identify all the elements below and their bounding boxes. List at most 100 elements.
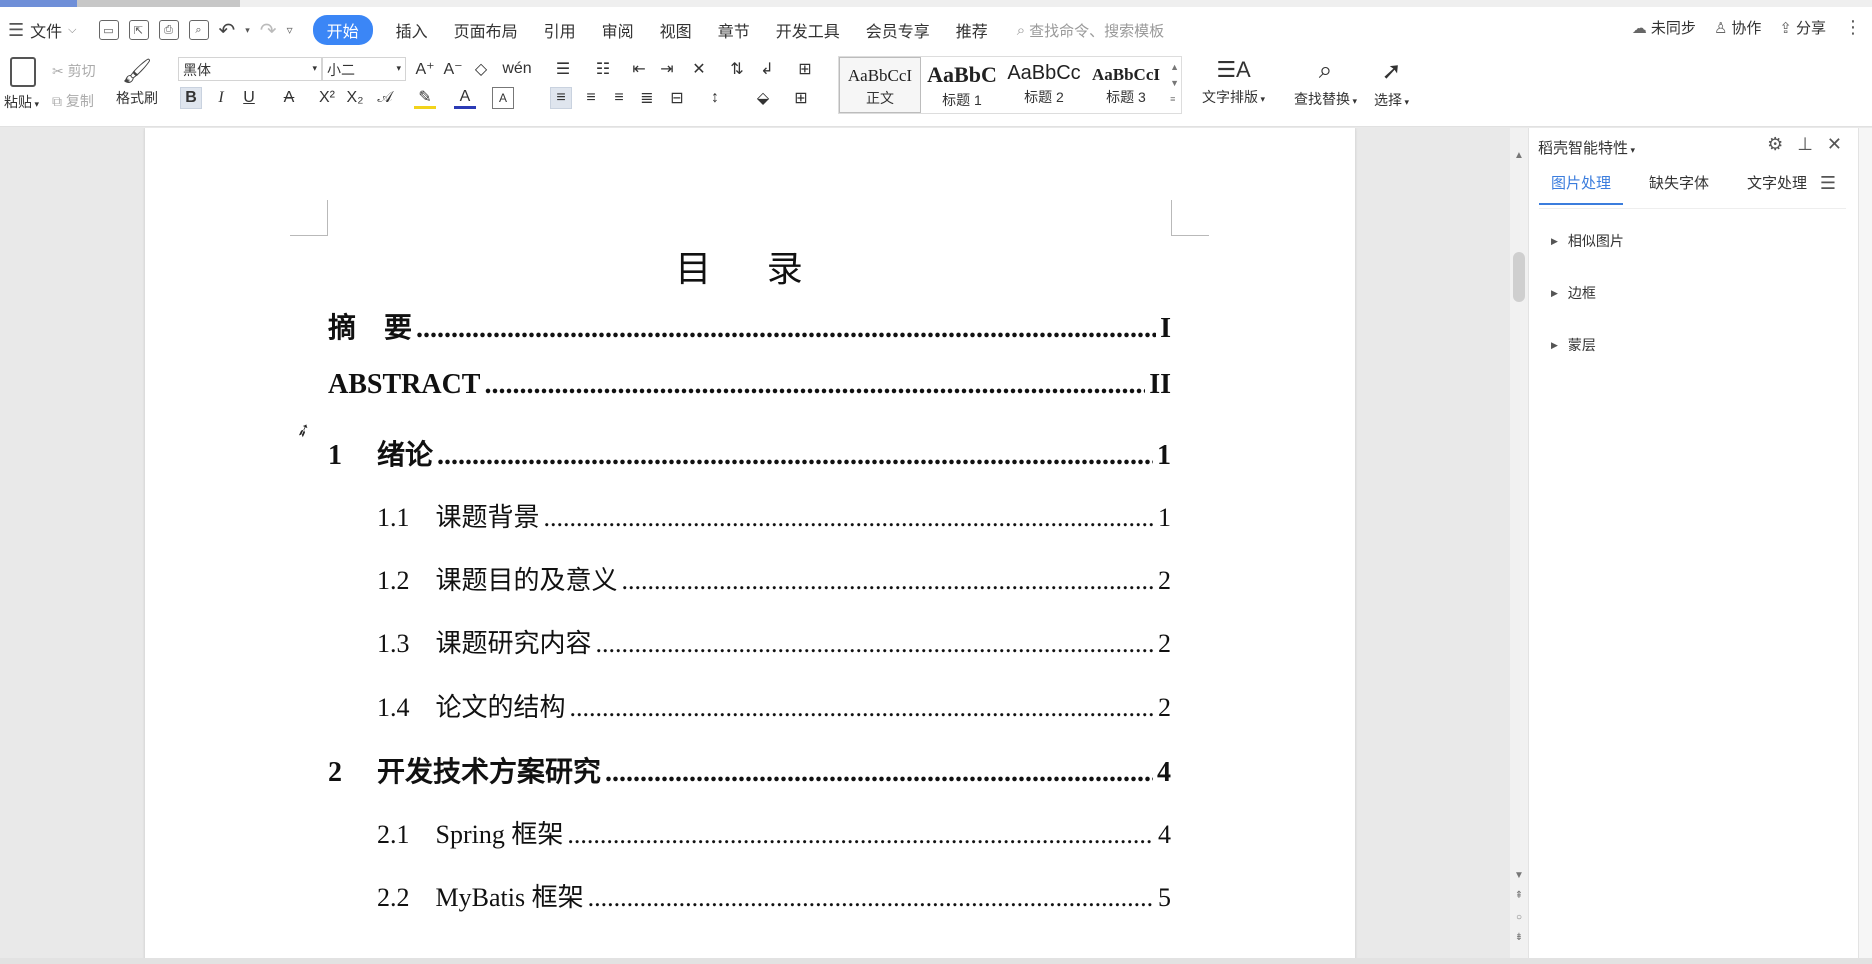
panel-title-dropdown[interactable]: 稻壳智能特性 ▾ xyxy=(1538,137,1635,158)
tab-review[interactable]: 审阅 xyxy=(589,18,647,42)
tab-image-processing[interactable]: 图片处理 xyxy=(1539,172,1624,205)
tab-text-processing[interactable]: 文字处理 xyxy=(1735,172,1819,205)
font-color-icon[interactable]: A xyxy=(454,87,476,109)
italic-icon[interactable]: I xyxy=(210,87,232,109)
bold-icon[interactable]: B xyxy=(180,87,202,109)
select-browse-icon[interactable]: ○ xyxy=(1510,912,1528,923)
scroll-up-icon[interactable]: ▲ xyxy=(1510,150,1528,161)
collab-button[interactable]: ♙ 协作 xyxy=(1714,17,1761,38)
share-button[interactable]: ⇪ 分享 xyxy=(1779,17,1826,38)
numbered-list-icon[interactable]: ☷ xyxy=(592,58,614,80)
distributed-align-icon[interactable]: ⊟ xyxy=(666,87,688,109)
toc-entry[interactable]: 1 绪论 1 xyxy=(328,433,1171,473)
bullet-list-icon[interactable]: ☰ xyxy=(552,58,574,80)
select-button[interactable]: ➚ 选择 ▾ xyxy=(1374,57,1409,110)
superscript-icon[interactable]: X² xyxy=(316,87,338,109)
list-menu-icon[interactable]: ☰ xyxy=(1820,173,1836,194)
toc-entry[interactable]: 2 开发技术方案研究 4 xyxy=(328,750,1171,790)
font-size-select[interactable]: 小二 ▾ xyxy=(322,57,406,81)
gear-icon[interactable]: ⚙ xyxy=(1767,134,1783,155)
clear-format-icon[interactable]: ◇ xyxy=(470,58,492,80)
export-pdf-icon[interactable]: ⇱ xyxy=(128,20,149,40)
toc-entry[interactable]: 1.4 论文的结构 2 xyxy=(377,687,1171,724)
redo-icon[interactable]: ↷ xyxy=(260,18,277,43)
text-effect-icon[interactable]: 𝒜 xyxy=(374,87,396,109)
panel-item-mask[interactable]: ▶ 蒙层 xyxy=(1551,335,1596,355)
strikethrough-icon[interactable]: A xyxy=(278,87,300,109)
tab-insert[interactable]: 插入 xyxy=(383,18,441,42)
phonetic-guide-icon[interactable]: wén xyxy=(500,58,534,80)
sort-icon[interactable]: ⇅ xyxy=(726,58,748,80)
tab-member[interactable]: 会员专享 xyxy=(853,18,943,42)
tab-chapter[interactable]: 章节 xyxy=(705,18,763,42)
toc-entry[interactable]: 1.3 课题研究内容 2 xyxy=(377,623,1171,660)
toc-entry[interactable]: 2.1 Spring 框架 4 xyxy=(377,814,1171,851)
copy-button[interactable]: ⧉ 复制 xyxy=(52,91,94,111)
sync-button[interactable]: ☁ 未同步 xyxy=(1632,17,1696,38)
next-page-icon[interactable]: ⇟ xyxy=(1510,932,1528,943)
tab-developer[interactable]: 开发工具 xyxy=(763,18,853,42)
vertical-scrollbar[interactable]: ▲ ▼ ⇞ ○ ⇟ xyxy=(1510,128,1528,958)
tab-recommend[interactable]: 推荐 xyxy=(943,18,1001,42)
more-options-icon[interactable]: ⋮ xyxy=(1844,17,1862,38)
format-painter-button[interactable]: 🖌 格式刷 xyxy=(116,57,158,108)
text-layout-button[interactable]: ☰A 文字排版 ▾ xyxy=(1202,57,1265,107)
decrease-indent-icon[interactable]: ⇤ xyxy=(628,58,650,80)
panel-item-border[interactable]: ▶ 边框 xyxy=(1551,283,1596,303)
styles-scroll[interactable]: ▲ ▼ ≡ xyxy=(1170,59,1179,107)
print-preview-icon[interactable]: ⌕ xyxy=(188,20,209,40)
font-name-select[interactable]: 黑体 ▾ xyxy=(178,57,322,81)
scroll-down-icon[interactable]: ▼ xyxy=(1510,870,1528,881)
tab-references[interactable]: 引用 xyxy=(531,18,589,42)
file-menu[interactable]: ☰ 文件 ⌵ xyxy=(8,18,77,42)
side-toolbar-strip[interactable] xyxy=(1858,128,1872,958)
document-canvas[interactable]: 目 录 摘 要 I ABSTRACT II 1 绪论 1 1.1 课题背景 1 1.2 … xyxy=(0,128,1530,958)
document-page[interactable]: 目 录 摘 要 I ABSTRACT II 1 绪论 1 1.1 课题背景 1 1.2 … xyxy=(145,128,1355,958)
justify-icon[interactable]: ≣ xyxy=(636,87,658,109)
toc-entry[interactable]: ABSTRACT II xyxy=(328,369,1171,401)
close-icon[interactable]: ✕ xyxy=(1827,134,1842,155)
panel-item-similar-images[interactable]: ▶ 相似图片 xyxy=(1551,231,1624,251)
undo-icon[interactable]: ↶ xyxy=(219,18,236,43)
grow-font-icon[interactable]: A⁺ xyxy=(414,58,436,80)
highlight-icon[interactable]: ✎ xyxy=(414,87,436,109)
undo-dropdown-icon[interactable]: ▾ xyxy=(245,25,250,36)
find-replace-button[interactable]: ⌕ 查找替换 ▾ xyxy=(1294,57,1357,109)
scrollbar-thumb[interactable] xyxy=(1513,252,1525,302)
tab-view[interactable]: 视图 xyxy=(647,18,705,42)
toc-entry[interactable]: 2.2 MyBatis 框架 5 xyxy=(377,877,1171,914)
style-heading-1[interactable]: AaBbC 标题 1 xyxy=(921,57,1003,113)
toc-entry[interactable]: 摘 要I xyxy=(328,306,1171,346)
toc-entry[interactable]: 1.1 课题背景 1 xyxy=(377,497,1171,534)
align-right-icon[interactable]: ≡ xyxy=(608,87,630,109)
command-search[interactable]: ⌕ 查找命令、搜索模板 xyxy=(1017,20,1164,41)
shading-icon[interactable]: ⬙ xyxy=(752,87,774,109)
line-spacing-icon[interactable]: ↕ xyxy=(704,87,726,109)
style-normal[interactable]: AaBbCcI 正文 xyxy=(839,57,921,113)
shrink-font-icon[interactable]: A⁻ xyxy=(442,58,464,80)
style-heading-3[interactable]: AaBbCcI 标题 3 xyxy=(1085,57,1167,113)
tab-page-layout[interactable]: 页面布局 xyxy=(441,18,531,42)
underline-icon[interactable]: U xyxy=(238,87,260,109)
paste-button[interactable]: 粘贴 ▾ xyxy=(4,57,39,112)
style-heading-2[interactable]: AaBbCc 标题 2 xyxy=(1003,57,1085,113)
save-icon[interactable]: ▭ xyxy=(98,20,119,40)
borders-icon[interactable]: ⊞ xyxy=(790,87,812,109)
char-border-icon[interactable]: A xyxy=(492,87,514,109)
chinese-layout-icon[interactable]: ✕ xyxy=(688,58,710,80)
pin-icon[interactable]: ⊥ xyxy=(1797,134,1813,155)
subscript-icon[interactable]: X₂ xyxy=(344,87,366,109)
cut-button[interactable]: ✂ 剪切 xyxy=(52,61,96,81)
table-tools-icon[interactable]: ⊞ xyxy=(794,58,816,80)
prev-page-icon[interactable]: ⇞ xyxy=(1510,890,1528,901)
align-center-icon[interactable]: ≡ xyxy=(580,87,602,109)
toc-entry[interactable]: 1.2 课题目的及意义 2 xyxy=(377,560,1171,597)
style-name: 标题 3 xyxy=(1106,89,1146,105)
align-left-icon[interactable]: ≡ xyxy=(550,87,572,109)
customize-toolbar-icon[interactable]: ▿ xyxy=(287,23,293,37)
print-icon[interactable]: ⎙ xyxy=(158,20,179,40)
increase-indent-icon[interactable]: ⇥ xyxy=(656,58,678,80)
show-marks-icon[interactable]: ↲ xyxy=(756,58,778,80)
tab-home[interactable]: 开始 xyxy=(312,15,373,45)
tab-missing-fonts[interactable]: 缺失字体 xyxy=(1637,172,1721,205)
